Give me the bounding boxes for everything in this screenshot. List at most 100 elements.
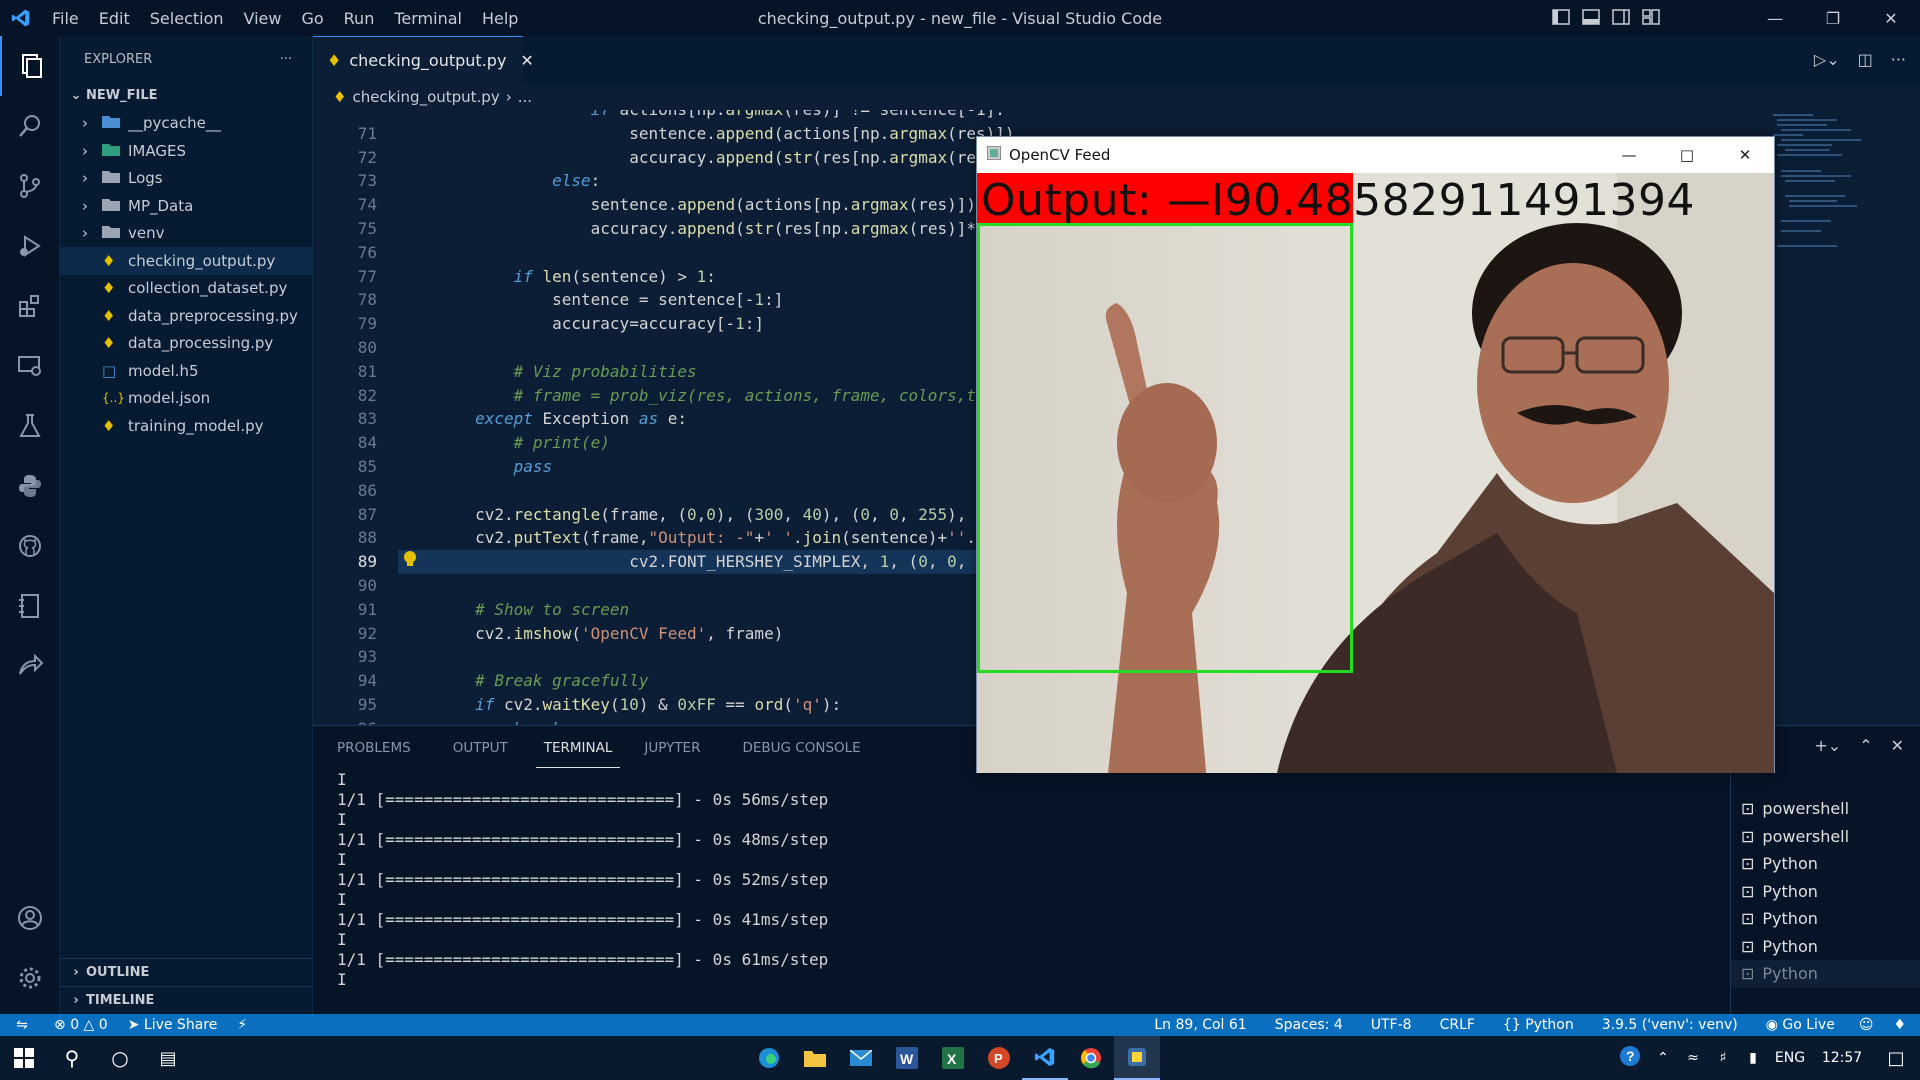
clock[interactable]: 12:57	[1812, 1050, 1872, 1066]
terminal-list-item[interactable]: ⊡ Python	[1731, 878, 1920, 906]
terminal-output[interactable]: I 1/1 [==============================] -…	[337, 770, 1737, 990]
toggle-panel-icon[interactable]	[1582, 8, 1600, 30]
remote-explorer-icon[interactable]	[0, 336, 60, 396]
opencv-window[interactable]: OpenCV Feed — □ ✕ Output: —I90.485829114…	[976, 136, 1775, 773]
extensions-icon[interactable]	[0, 276, 60, 336]
end-of-line[interactable]: CRLF	[1426, 1017, 1489, 1033]
folder-pycache[interactable]: › __pycache__	[60, 110, 312, 138]
breadcrumb-file[interactable]: checking_output.py	[352, 88, 499, 106]
testing-icon[interactable]	[0, 396, 60, 456]
menu-go[interactable]: Go	[291, 9, 333, 28]
split-editor-icon[interactable]: ◫	[1858, 50, 1873, 69]
file-model-h5[interactable]: □ model.h5	[60, 357, 312, 385]
workspace-root[interactable]: ⌄ NEW_FILE	[60, 82, 312, 110]
timeline-section[interactable]: › TIMELINE	[60, 986, 312, 1014]
powerpoint-icon[interactable]: P	[976, 1047, 1022, 1069]
terminal-list-item[interactable]: ⊡ powershell	[1731, 823, 1920, 851]
folder-venv[interactable]: › venv	[60, 220, 312, 248]
encoding[interactable]: UTF-8	[1357, 1017, 1426, 1033]
close-panel-icon[interactable]: ✕	[1891, 736, 1904, 755]
lightbulb-icon[interactable]	[403, 550, 417, 572]
cursor-position[interactable]: Ln 89, Col 61	[1140, 1017, 1260, 1033]
task-view-icon[interactable]: ▤	[144, 1048, 192, 1069]
account-icon[interactable]	[0, 888, 60, 948]
run-debug-icon[interactable]	[0, 216, 60, 276]
menu-file[interactable]: File	[42, 9, 89, 28]
battery-icon[interactable]: ▮	[1738, 1050, 1768, 1066]
python-taskbar-icon[interactable]	[1114, 1036, 1160, 1080]
maximize-panel-icon[interactable]: ⌃	[1859, 736, 1872, 755]
remote-indicator-icon[interactable]: ⇋	[0, 1017, 44, 1033]
menu-terminal[interactable]: Terminal	[384, 9, 472, 28]
minimap[interactable]	[1773, 110, 1893, 260]
tab-checking-output[interactable]: ♦ checking_output.py ✕	[313, 36, 534, 84]
close-icon[interactable]: ✕	[1862, 0, 1920, 36]
notifications-bell-icon[interactable]: ♦	[1883, 1017, 1920, 1033]
chevron-up-icon[interactable]: ⌃	[1648, 1050, 1678, 1066]
menu-help[interactable]: Help	[472, 9, 528, 28]
terminal-list-item-active[interactable]: ⊡ Python	[1731, 960, 1920, 988]
terminal-list-item[interactable]: ⊡ Python	[1731, 850, 1920, 878]
language-mode[interactable]: {} Python	[1489, 1017, 1588, 1033]
excel-icon[interactable]: X	[930, 1047, 976, 1069]
file-training-model[interactable]: ♦ training_model.py	[60, 412, 312, 440]
live-share-button[interactable]: ➤ Live Share	[118, 1017, 228, 1033]
folder-logs[interactable]: › Logs	[60, 165, 312, 193]
go-live-button[interactable]: ◉ Go Live	[1752, 1017, 1849, 1033]
vscode-taskbar-icon[interactable]	[1022, 1036, 1068, 1080]
tab-terminal[interactable]: TERMINAL	[535, 726, 621, 768]
customize-layout-icon[interactable]	[1642, 8, 1660, 30]
github-icon[interactable]	[0, 516, 60, 576]
more-actions-icon[interactable]: ···	[280, 52, 292, 67]
terminal-list-item[interactable]: ⊡ Python	[1731, 905, 1920, 933]
input-language[interactable]: ENG	[1768, 1050, 1812, 1066]
search-icon[interactable]	[0, 96, 60, 156]
terminal-list-item[interactable]: ⊡ powershell	[1731, 795, 1920, 823]
tab-jupyter[interactable]: JUPYTER	[620, 726, 718, 768]
minimize-icon[interactable]: —	[1600, 137, 1658, 173]
menu-view[interactable]: View	[234, 9, 292, 28]
file-checking-output[interactable]: ♦ checking_output.py	[60, 247, 312, 275]
python-interpreter[interactable]: 3.9.5 ('venv': venv)	[1588, 1017, 1752, 1033]
more-actions-icon[interactable]: ···	[1891, 50, 1906, 69]
opencv-titlebar[interactable]: OpenCV Feed — □ ✕	[977, 137, 1774, 173]
problems-indicator[interactable]: ⊗ 0 △ 0	[44, 1017, 118, 1033]
file-model-json[interactable]: {..} model.json	[60, 385, 312, 413]
help-icon[interactable]: ?	[1612, 1045, 1648, 1071]
tab-debug-console[interactable]: DEBUG CONSOLE	[718, 726, 878, 768]
chrome-icon[interactable]	[1068, 1047, 1114, 1069]
file-collection-dataset[interactable]: ♦ collection_dataset.py	[60, 275, 312, 303]
cortana-icon[interactable]: ○	[96, 1046, 144, 1070]
tab-problems[interactable]: PROBLEMS	[313, 726, 429, 768]
settings-gear-icon[interactable]	[0, 948, 60, 1008]
windows-start-icon[interactable]	[0, 1048, 48, 1068]
indentation[interactable]: Spaces: 4	[1261, 1017, 1357, 1033]
outline-section[interactable]: › OUTLINE	[60, 958, 312, 986]
notification-center-icon[interactable]: □	[1872, 1048, 1920, 1069]
feedback-icon[interactable]: ☺	[1849, 1017, 1884, 1033]
file-data-processing[interactable]: ♦ data_processing.py	[60, 330, 312, 358]
menu-run[interactable]: Run	[334, 9, 385, 28]
volume-icon[interactable]: ♯	[1708, 1050, 1738, 1066]
breadcrumb-symbol[interactable]: ...	[518, 88, 532, 106]
close-tab-icon[interactable]: ✕	[520, 51, 533, 70]
edge-icon[interactable]	[746, 1047, 792, 1069]
python-icon[interactable]	[0, 456, 60, 516]
tab-output[interactable]: OUTPUT	[429, 726, 526, 768]
menu-edit[interactable]: Edit	[89, 9, 140, 28]
source-control-icon[interactable]	[0, 156, 60, 216]
folder-mp-data[interactable]: › MP_Data	[60, 192, 312, 220]
toggle-sidebar-icon[interactable]	[1552, 8, 1570, 30]
new-terminal-icon[interactable]: +⌄	[1814, 736, 1841, 755]
restore-icon[interactable]: ❐	[1804, 0, 1862, 36]
wifi-icon[interactable]: ≈	[1678, 1050, 1708, 1066]
explorer-icon[interactable]	[0, 36, 60, 96]
file-explorer-icon[interactable]	[792, 1049, 838, 1067]
file-data-preprocessing[interactable]: ♦ data_preprocessing.py	[60, 302, 312, 330]
menu-selection[interactable]: Selection	[140, 9, 234, 28]
run-python-icon[interactable]: ▷⌄	[1814, 50, 1840, 69]
minimize-icon[interactable]: —	[1746, 0, 1804, 36]
terminal-list-item[interactable]: ⊡ Python	[1731, 933, 1920, 961]
live-share-icon[interactable]	[0, 636, 60, 696]
mail-icon[interactable]	[838, 1050, 884, 1066]
